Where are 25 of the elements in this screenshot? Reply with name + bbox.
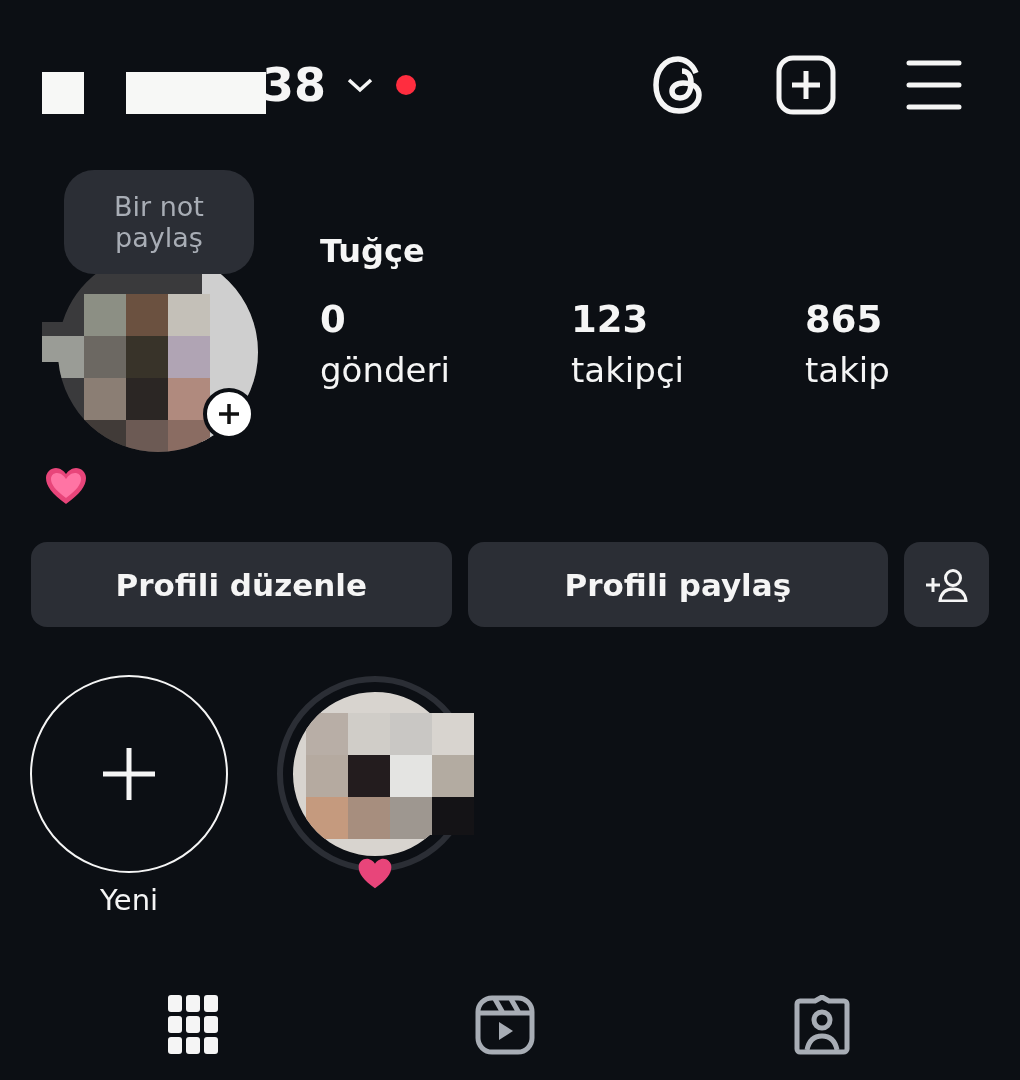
heart-icon (357, 857, 393, 890)
heart-icon (44, 466, 88, 506)
stat-count[interactable]: 123 (571, 296, 805, 344)
grid-icon (168, 995, 219, 1055)
plus-icon (218, 403, 240, 425)
note-tooltip[interactable]: Bir not paylaş (64, 170, 254, 274)
stat-label[interactable]: gönderi (320, 344, 571, 396)
redaction-block (42, 72, 84, 114)
stat-count[interactable]: 0 (320, 296, 571, 344)
profile-name: Tuğçe (320, 232, 426, 270)
edit-profile-button[interactable]: Profili düzenle (31, 542, 452, 627)
add-person-button[interactable] (904, 542, 989, 627)
menu-icon[interactable] (906, 59, 962, 111)
reels-icon (475, 995, 535, 1055)
plus-icon (103, 748, 155, 800)
username[interactable]: 38 (262, 58, 326, 112)
chevron-down-icon[interactable] (346, 76, 374, 94)
highlight-label: Yeni (99, 883, 159, 917)
stat-count[interactable]: 865 (805, 296, 1005, 344)
add-person-icon (924, 567, 969, 602)
stat-label[interactable]: takip (805, 344, 1005, 396)
new-highlight-button[interactable] (30, 675, 228, 873)
stat-label[interactable]: takipçi (571, 344, 805, 396)
share-profile-button[interactable]: Profili paylaş (467, 542, 888, 627)
add-post-icon[interactable] (776, 55, 836, 115)
